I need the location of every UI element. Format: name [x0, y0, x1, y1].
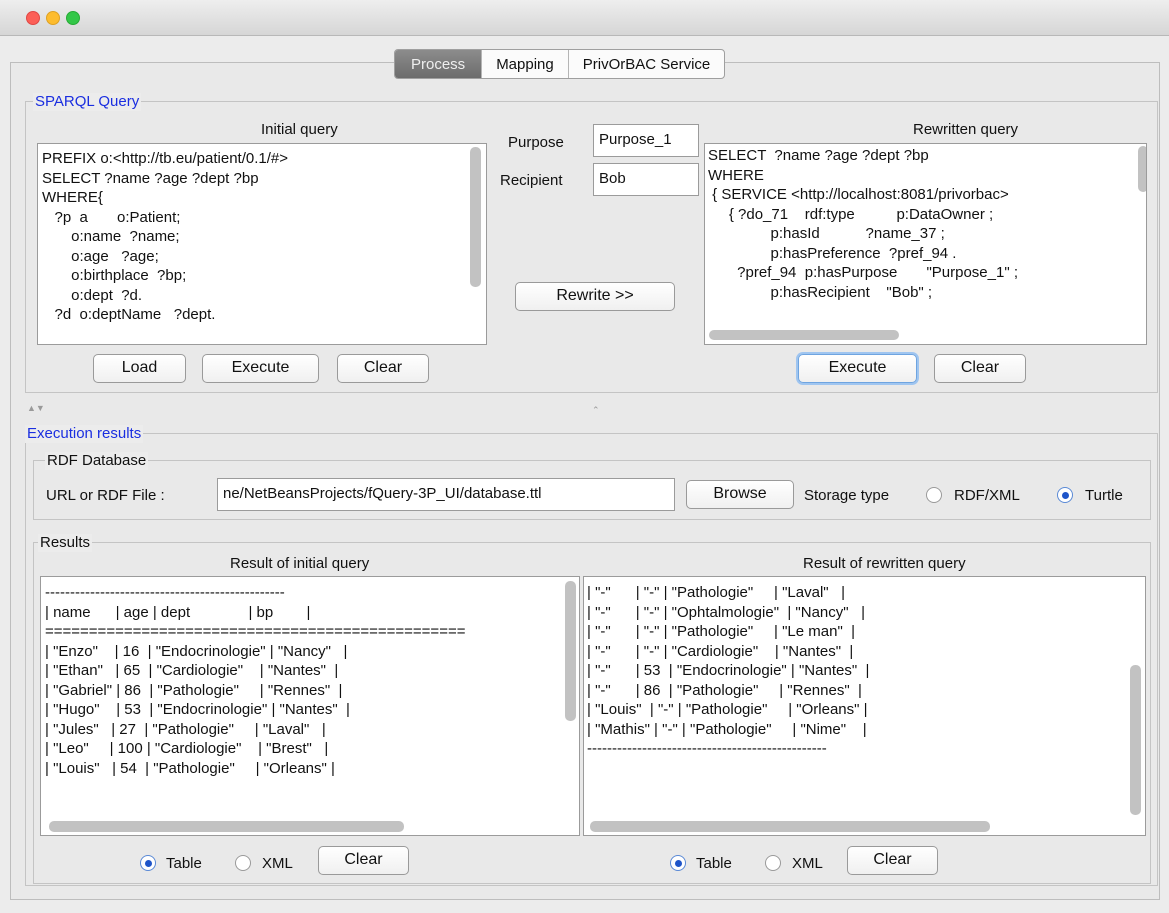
rewritten-query-textarea[interactable]: SELECT ?name ?age ?dept ?bp WHERE { SERV… [704, 143, 1147, 345]
query-line: o:age ?age; [42, 247, 159, 265]
browse-button[interactable]: Browse [686, 480, 794, 509]
rewritten-query-hscrollbar[interactable] [709, 330, 899, 340]
execute-rewritten-button[interactable]: Execute [798, 354, 917, 383]
result-line: | "Hugo" | 53 | "Endocrinologie" | "Nant… [45, 701, 350, 718]
tab-process[interactable]: Process [395, 50, 483, 78]
query-line: { ?do_71 rdf:type p:DataOwner ; [708, 205, 994, 223]
result-line: | "Enzo" | 16 | "Endocrinologie" | "Nanc… [45, 642, 348, 660]
initial-query-textarea[interactable]: PREFIX o:<http://tb.eu/patient/0.1/#> SE… [37, 143, 487, 345]
result-line: | "Louis" | "-" | "Pathologie" | "Orlean… [587, 701, 868, 718]
execution-results-legend: Execution results [25, 425, 144, 443]
sparql-query-legend: SPARQL Query [33, 93, 142, 111]
result-line: | "-" | 86 | "Pathologie" | "Rennes" | [587, 681, 862, 699]
result-rewritten-label: Result of rewritten query [803, 555, 966, 572]
result-initial-textarea[interactable]: ----------------------------------------… [40, 576, 580, 836]
rewritten-table-label: Table [696, 855, 732, 872]
initial-table-radio[interactable] [140, 855, 156, 871]
rdf-database-legend: RDF Database [45, 452, 149, 470]
turtle-label: Turtle [1085, 487, 1123, 504]
query-line: o:name ?name; [42, 228, 180, 245]
query-line: ?d o:deptName ?dept. [42, 306, 216, 323]
query-line: SELECT ?name ?age ?dept ?bp [708, 147, 929, 164]
query-line: WHERE [708, 166, 764, 184]
split-pane-arrows-icon[interactable]: ▲▼ [27, 403, 45, 413]
storage-type-label: Storage type [804, 487, 890, 504]
result-initial-hscrollbar[interactable] [49, 821, 404, 832]
result-line: | "Louis" | 54 | "Pathologie" | "Orleans… [45, 759, 335, 777]
results-legend: Results [38, 534, 93, 552]
result-line: | "Gabriel" | 86 | "Pathologie" | "Renne… [45, 681, 343, 699]
result-line: | "-" | 53 | "Endocrinologie" | "Nantes"… [587, 662, 870, 679]
result-initial-label: Result of initial query [230, 555, 370, 572]
execute-initial-button[interactable]: Execute [202, 354, 319, 383]
query-line: p:hasRecipient "Bob" ; [708, 283, 933, 301]
split-pane-grip-icon[interactable]: ⌃ [592, 405, 600, 416]
result-line: | "-" | "-" | "Pathologie" | "Le man" | [587, 623, 856, 640]
rewritten-query-text: SELECT ?name ?age ?dept ?bp WHERE { SERV… [708, 146, 1138, 302]
rewritten-xml-radio[interactable] [765, 855, 781, 871]
url-label: URL or RDF File : [46, 487, 165, 504]
query-line: ?p a o:Patient; [42, 208, 181, 226]
purpose-label: Purpose [508, 134, 564, 151]
result-line: | "Ethan" | 65 | "Cardiologie" | "Nantes… [45, 662, 339, 679]
clear-rewritten-button[interactable]: Clear [934, 354, 1026, 383]
query-line: o:dept ?d. [42, 286, 143, 304]
recipient-label: Recipient [500, 172, 563, 189]
close-window-button[interactable] [26, 11, 40, 25]
query-line: PREFIX o:<http://tb.eu/patient/0.1/#> [42, 150, 288, 167]
result-line: | name | age | dept | bp | [45, 603, 311, 621]
result-line: ========================================… [45, 623, 466, 640]
rdf-xml-radio[interactable] [926, 487, 942, 503]
result-line: ----------------------------------------… [587, 740, 827, 757]
result-line: | "Leo" | 100 | "Cardiologie" | "Brest" … [45, 740, 329, 757]
tab-privorbac-service[interactable]: PrivOrBAC Service [569, 50, 725, 78]
result-initial-text: ----------------------------------------… [45, 583, 565, 778]
initial-table-label: Table [166, 855, 202, 872]
clear-rewritten-result-button[interactable]: Clear [847, 846, 938, 875]
query-line: p:hasId ?name_37 ; [708, 225, 945, 242]
initial-query-scrollbar[interactable] [470, 147, 481, 287]
query-line: { SERVICE <http://localhost:8081/privorb… [708, 186, 1009, 203]
load-button[interactable]: Load [93, 354, 186, 383]
result-line: | "-" | "-" | "Pathologie" | "Laval" | [587, 584, 846, 601]
rewritten-query-vscrollbar[interactable] [1138, 146, 1146, 192]
rdf-xml-label: RDF/XML [954, 487, 1020, 504]
query-line: o:birthplace ?bp; [42, 267, 187, 284]
result-rewritten-hscrollbar[interactable] [590, 821, 990, 832]
window-titlebar [0, 0, 1169, 36]
query-line: ?pref_94 p:hasPurpose "Purpose_1" ; [708, 264, 1018, 281]
result-rewritten-text: | "-" | "-" | "Pathologie" | "Laval" | |… [587, 583, 1132, 759]
tab-bar: Process Mapping PrivOrBAC Service [394, 49, 726, 79]
initial-query-label: Initial query [261, 121, 338, 138]
initial-xml-label: XML [262, 855, 293, 872]
result-line: | "Mathis" | "-" | "Pathologie" | "Nime"… [587, 720, 867, 738]
rewrite-button[interactable]: Rewrite >> [515, 282, 675, 311]
result-initial-vscrollbar[interactable] [565, 581, 576, 721]
initial-xml-radio[interactable] [235, 855, 251, 871]
recipient-field[interactable]: Bob [593, 163, 699, 196]
result-line: | "-" | "-" | "Cardiologie" | "Nantes" | [587, 642, 854, 660]
url-field[interactable]: ne/NetBeansProjects/fQuery-3P_UI/databas… [217, 478, 675, 511]
tab-mapping[interactable]: Mapping [482, 50, 569, 78]
purpose-field[interactable]: Purpose_1 [593, 124, 699, 157]
zoom-window-button[interactable] [66, 11, 80, 25]
rewritten-xml-label: XML [792, 855, 823, 872]
turtle-radio[interactable] [1057, 487, 1073, 503]
clear-initial-button[interactable]: Clear [337, 354, 429, 383]
result-rewritten-textarea[interactable]: | "-" | "-" | "Pathologie" | "Laval" | |… [583, 576, 1146, 836]
clear-initial-result-button[interactable]: Clear [318, 846, 409, 875]
minimize-window-button[interactable] [46, 11, 60, 25]
result-rewritten-vscrollbar[interactable] [1130, 665, 1141, 815]
rewritten-table-radio[interactable] [670, 855, 686, 871]
result-line: | "-" | "-" | "Ophtalmologie" | "Nancy" … [587, 603, 865, 621]
query-line: p:hasPreference ?pref_94 . [708, 244, 957, 262]
result-line: ----------------------------------------… [45, 584, 285, 601]
rewritten-query-label: Rewritten query [913, 121, 1019, 138]
result-line: | "Jules" | 27 | "Pathologie" | "Laval" … [45, 720, 326, 738]
initial-query-text: PREFIX o:<http://tb.eu/patient/0.1/#> SE… [42, 149, 467, 325]
query-line: SELECT ?name ?age ?dept ?bp [42, 169, 259, 187]
query-line: WHERE{ [42, 189, 103, 206]
